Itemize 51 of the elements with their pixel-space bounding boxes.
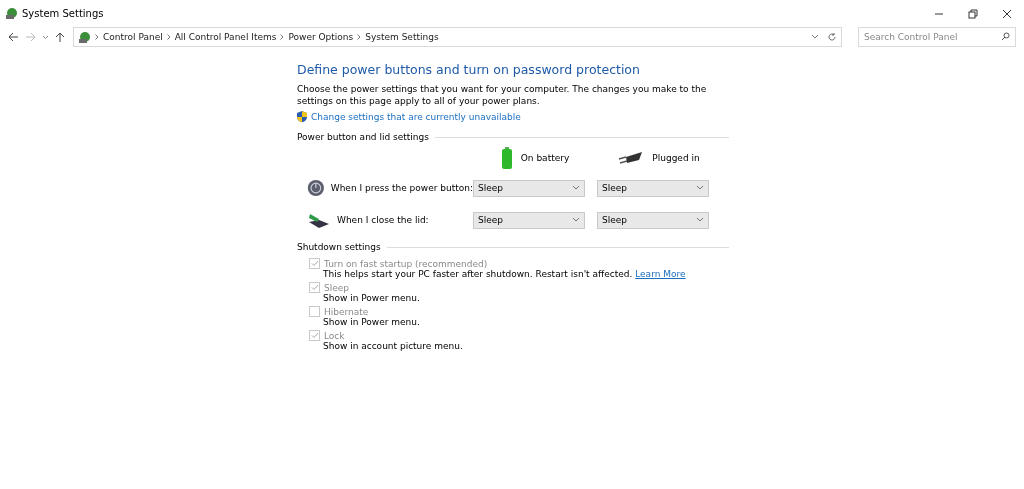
column-header: Plugged in: [652, 153, 700, 163]
section-title: Power button and lid settings: [297, 132, 429, 142]
option-description: Show in account picture menu.: [323, 341, 464, 351]
power-button-icon: [307, 177, 325, 199]
search-icon: [1001, 32, 1010, 41]
plug-icon: [618, 151, 645, 165]
back-button[interactable]: [8, 32, 19, 42]
option-label: Hibernate: [324, 306, 369, 317]
option-description: This helps start your PC faster after shutdown. Restart isn't affected. Learn More: [323, 269, 687, 279]
option-label: Sleep: [324, 282, 349, 293]
battery-icon: [500, 147, 513, 169]
option-description: Show in Power menu.: [323, 293, 421, 303]
chevron-right-icon: [280, 34, 285, 40]
action-dropdown[interactable]: Sleep: [473, 211, 585, 229]
address-bar[interactable]: Control Panel All Control Panel Items Power Options System Settings: [73, 27, 842, 47]
change-settings-link[interactable]: Change settings that are currently unavailable: [311, 111, 521, 122]
chevron-right-icon: [357, 34, 362, 40]
breadcrumb-item[interactable]: System Settings: [365, 32, 439, 42]
option-description: Show in Power menu.: [323, 317, 421, 327]
breadcrumb-item[interactable]: Power Options: [288, 32, 354, 42]
setting-label: When I press the power button:: [330, 183, 473, 193]
chevron-down-icon: [572, 185, 580, 191]
page-heading: Define power buttons and turn on password protection: [297, 62, 641, 77]
column-header: On battery: [520, 153, 570, 163]
action-dropdown[interactable]: Sleep: [597, 211, 709, 229]
forward-button[interactable]: [25, 32, 36, 42]
chevron-down-icon: [696, 185, 704, 191]
option-label: Lock: [324, 330, 345, 341]
restore-icon: [968, 8, 978, 19]
recent-locations-button[interactable]: [42, 34, 49, 40]
chevron-down-icon: [572, 217, 580, 223]
option-label: Turn on fast startup (recommended): [324, 258, 488, 269]
breadcrumb-item[interactable]: All Control Panel Items: [174, 32, 277, 42]
section-title: Shutdown settings: [297, 242, 381, 252]
chevron-down-icon: [811, 34, 819, 40]
intro-text: Choose the power settings that you want for your computer. The changes you make to the settings on this page apply to all of your power plans.: [297, 83, 708, 107]
action-dropdown[interactable]: Sleep: [473, 179, 585, 197]
breadcrumb-item[interactable]: Control Panel: [103, 32, 163, 42]
close-icon: [1002, 8, 1012, 19]
window-title: System Settings: [22, 8, 105, 19]
setting-label: When I close the lid:: [337, 215, 429, 225]
chevron-right-icon: [95, 34, 99, 40]
control-panel-icon: [78, 30, 91, 44]
refresh-icon[interactable]: [827, 32, 837, 42]
up-button[interactable]: [55, 31, 65, 43]
control-panel-icon: [5, 7, 18, 20]
chevron-down-icon: [696, 217, 704, 223]
chevron-right-icon: [166, 34, 171, 40]
search-field[interactable]: Search Control Panel: [858, 27, 1016, 47]
action-dropdown[interactable]: Sleep: [597, 179, 709, 197]
shield-icon: [297, 111, 307, 122]
